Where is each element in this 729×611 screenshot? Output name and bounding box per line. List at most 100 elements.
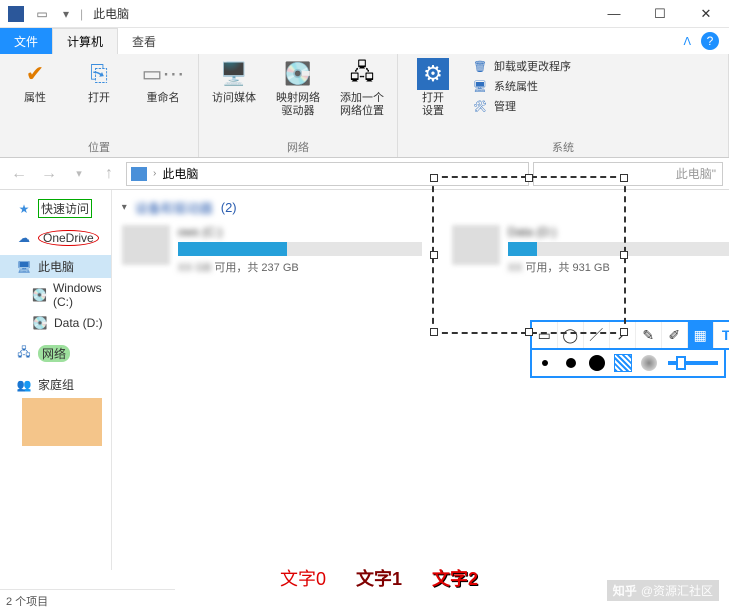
sysprops-icon: 🖥 xyxy=(472,78,488,94)
pattern-blur[interactable] xyxy=(636,350,662,376)
watermark-author: @资源汇社区 xyxy=(641,582,713,599)
sidebar-item-drive-c[interactable]: 💽 Windows (C:) xyxy=(0,278,111,312)
drive-c-capacity: XX GB 可用，共 237 GB xyxy=(178,259,422,275)
open-button[interactable]: ⎘ 打开 xyxy=(74,58,124,105)
annotation-text-0: 文字0 xyxy=(280,565,326,591)
thispc-label: 此电脑 xyxy=(38,258,74,275)
maximize-button[interactable]: ☐ xyxy=(637,0,683,28)
star-icon: ★ xyxy=(16,201,32,217)
tool-marker[interactable]: ✐ xyxy=(662,322,688,348)
open-settings-button[interactable]: ⚙ 打开 设置 xyxy=(408,58,458,118)
size-large[interactable] xyxy=(584,350,610,376)
open-icon: ⎘ xyxy=(83,58,115,90)
handle-nw[interactable] xyxy=(430,174,438,182)
window-title: 此电脑 xyxy=(93,5,129,22)
size-small[interactable] xyxy=(532,350,558,376)
rename-button[interactable]: ▭⋯ 重命名 xyxy=(138,58,188,105)
devices-heading[interactable]: ▾ 设备和驱动器 (2) xyxy=(122,198,729,217)
drive-d-label: Data (D:) xyxy=(54,316,103,330)
tool-mosaic[interactable]: ▦ xyxy=(688,322,714,348)
onedrive-label: OneDrive xyxy=(38,230,99,246)
drive-c[interactable]: ows (C:) XX GB 可用，共 237 GB xyxy=(122,225,422,275)
snip-options xyxy=(530,350,726,378)
access-media-button[interactable]: 🖥️ 访问媒体 xyxy=(209,58,259,105)
handle-se[interactable] xyxy=(620,328,628,336)
ribbon-collapse-icon[interactable]: ᐱ xyxy=(683,35,691,48)
group-label-system: 系统 xyxy=(408,137,718,155)
watermark: 知乎 @资源汇社区 xyxy=(607,580,719,601)
homegroup-label: 家庭组 xyxy=(38,376,74,393)
sidebar-item-thispc[interactable]: 🖥 此电脑 xyxy=(0,255,111,278)
qat-properties-icon[interactable]: ▭ xyxy=(32,4,52,24)
chevron-down-icon: ▾ xyxy=(122,202,127,213)
heading-count: (2) xyxy=(221,200,237,215)
sidebar-item-network[interactable]: 🖧 网络 xyxy=(0,342,111,365)
handle-w[interactable] xyxy=(430,251,438,259)
drive-c-bar xyxy=(178,242,422,256)
properties-button[interactable]: ✔ 属性 xyxy=(10,58,60,105)
pattern-hatch[interactable] xyxy=(610,350,636,376)
forward-button[interactable]: → xyxy=(36,161,62,187)
handle-s[interactable] xyxy=(525,328,533,336)
system-list: 🗑卸载或更改程序 🖥系统属性 🛠管理 xyxy=(472,58,571,114)
qat-dropdown-icon[interactable]: ▾ xyxy=(56,4,76,24)
handle-ne[interactable] xyxy=(620,174,628,182)
handle-sw[interactable] xyxy=(430,328,438,336)
quick-access-toolbar: ▭ ▾ xyxy=(32,4,76,24)
sidebar-item-onedrive[interactable]: ☁ OneDrive xyxy=(0,227,111,249)
status-bar: 2 个项目 xyxy=(0,589,175,611)
minimize-button[interactable]: — xyxy=(591,0,637,28)
heading-text-blurred: 设备和驱动器 xyxy=(135,198,213,217)
tab-file[interactable]: 文件 xyxy=(0,28,52,54)
address-location: 此电脑 xyxy=(162,165,198,182)
network-label: 网络 xyxy=(38,345,70,362)
add-location-button[interactable]: 🖧 添加一个 网络位置 xyxy=(337,58,387,118)
annotation-text-1: 文字1 xyxy=(356,565,402,591)
gear-icon: ⚙ xyxy=(417,58,449,90)
cloud-icon: ☁ xyxy=(16,230,32,246)
manage-icon: 🛠 xyxy=(472,98,488,114)
status-text: 2 个项目 xyxy=(6,593,48,609)
text-annotations: 文字0 文字1 文字2 xyxy=(280,565,478,591)
ribbon-group-system: ⚙ 打开 设置 🗑卸载或更改程序 🖥系统属性 🛠管理 系统 xyxy=(398,54,729,157)
network-location-icon: 🖧 xyxy=(346,58,378,90)
tab-computer[interactable]: 计算机 xyxy=(52,28,118,54)
network-icon: 🖧 xyxy=(16,346,32,362)
recent-dropdown[interactable]: ▾ xyxy=(66,161,92,187)
drive-c-icon xyxy=(122,225,170,265)
back-button[interactable]: ← xyxy=(6,161,32,187)
size-medium[interactable] xyxy=(558,350,584,376)
sidebar-item-quickaccess[interactable]: ★ 快速访问 xyxy=(0,196,111,221)
app-icon xyxy=(8,6,24,22)
map-drive-button[interactable]: 💽 映射网络 驱动器 xyxy=(273,58,323,118)
handle-n[interactable] xyxy=(525,174,533,182)
content-pane: ▾ 设备和驱动器 (2) ows (C:) XX GB 可用，共 237 GB … xyxy=(112,190,729,570)
media-icon: 🖥️ xyxy=(218,58,250,90)
tool-text[interactable]: T xyxy=(714,322,729,348)
tool-pen[interactable]: ✎ xyxy=(636,322,662,348)
titlebar-separator: | xyxy=(80,7,83,21)
disk-icon: 💽 xyxy=(32,315,48,331)
titlebar: ▭ ▾ | 此电脑 — ☐ ✕ xyxy=(0,0,729,28)
size-slider[interactable] xyxy=(668,361,718,365)
manage-item[interactable]: 🛠管理 xyxy=(472,98,571,114)
tab-view[interactable]: 查看 xyxy=(118,28,170,54)
handle-e[interactable] xyxy=(620,251,628,259)
selection-marquee[interactable] xyxy=(432,176,626,334)
uninstall-icon: 🗑 xyxy=(472,58,488,74)
homegroup-icon: 👥 xyxy=(16,377,32,393)
annotation-block xyxy=(22,398,102,446)
uninstall-programs-item[interactable]: 🗑卸载或更改程序 xyxy=(472,58,571,74)
group-label-location: 位置 xyxy=(10,137,188,155)
watermark-brand: 知乎 xyxy=(613,582,637,599)
thispc-icon xyxy=(131,167,147,181)
sidebar-item-homegroup[interactable]: 👥 家庭组 xyxy=(0,373,111,396)
group-label-network: 网络 xyxy=(209,137,387,155)
system-properties-item[interactable]: 🖥系统属性 xyxy=(472,78,571,94)
ribbon: ✔ 属性 ⎘ 打开 ▭⋯ 重命名 位置 🖥️ 访问媒体 💽 映射网络 驱动器 xyxy=(0,54,729,158)
up-button[interactable]: ↑ xyxy=(96,161,122,187)
help-icon[interactable]: ? xyxy=(701,32,719,50)
sidebar-item-drive-d[interactable]: 💽 Data (D:) xyxy=(0,312,111,334)
close-button[interactable]: ✕ xyxy=(683,0,729,28)
ribbon-group-location: ✔ 属性 ⎘ 打开 ▭⋯ 重命名 位置 xyxy=(0,54,199,157)
